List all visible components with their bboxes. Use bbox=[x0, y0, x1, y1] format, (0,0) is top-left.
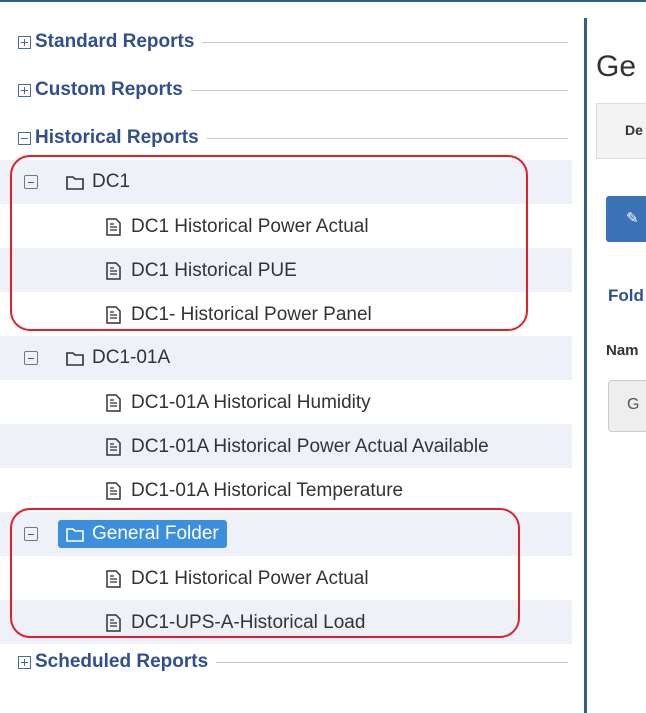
section-divider bbox=[190, 89, 568, 91]
highlight-outline-dc1 bbox=[10, 155, 528, 331]
document-icon bbox=[106, 482, 121, 500]
section-scheduled-reports[interactable]: Scheduled Reports bbox=[18, 646, 572, 678]
name-label: Nam bbox=[606, 342, 639, 359]
section-label[interactable]: Historical Reports bbox=[35, 127, 199, 149]
section-standard-reports[interactable]: Standard Reports bbox=[18, 26, 572, 58]
section-divider bbox=[216, 661, 568, 663]
panel-divider bbox=[584, 18, 587, 713]
edit-button[interactable]: ✎ bbox=[606, 196, 646, 242]
report-row[interactable]: DC1-01A Historical Humidity bbox=[0, 380, 572, 424]
report-name: DC1-01A Historical Power Actual Availabl… bbox=[131, 436, 489, 457]
expand-icon[interactable] bbox=[18, 35, 31, 49]
section-custom-reports[interactable]: Custom Reports bbox=[18, 74, 572, 106]
name-value: G bbox=[627, 396, 640, 413]
edit-icon: ✎ bbox=[626, 210, 639, 227]
top-border bbox=[0, 0, 646, 2]
folder-node[interactable]: DC1-01A bbox=[58, 344, 178, 372]
expand-icon[interactable] bbox=[18, 83, 31, 97]
tab-details[interactable]: De bbox=[596, 103, 646, 159]
highlight-outline-general-folder bbox=[10, 508, 520, 638]
collapse-icon[interactable] bbox=[24, 351, 38, 365]
section-label[interactable]: Standard Reports bbox=[35, 31, 194, 53]
section-divider bbox=[206, 137, 568, 139]
name-field[interactable]: G bbox=[608, 380, 646, 432]
document-icon bbox=[106, 394, 121, 412]
folder-name: DC1-01A bbox=[92, 347, 171, 368]
report-name: DC1-01A Historical Temperature bbox=[131, 480, 404, 501]
expand-icon[interactable] bbox=[18, 655, 31, 669]
details-title: Ge bbox=[596, 50, 637, 83]
section-divider bbox=[202, 41, 568, 43]
section-label[interactable]: Scheduled Reports bbox=[35, 651, 208, 673]
report-row[interactable]: DC1-01A Historical Power Actual Availabl… bbox=[0, 424, 572, 468]
document-icon bbox=[106, 438, 121, 456]
collapse-icon[interactable] bbox=[18, 131, 31, 145]
folder-icon bbox=[66, 351, 84, 366]
section-label[interactable]: Custom Reports bbox=[35, 79, 183, 101]
details-panel: Ge De ✎ Fold Nam G bbox=[596, 0, 646, 713]
report-row[interactable]: DC1-01A Historical Temperature bbox=[0, 468, 572, 512]
section-historical-reports[interactable]: Historical Reports bbox=[18, 122, 572, 154]
tab-label: De bbox=[625, 122, 643, 138]
report-name: DC1-01A Historical Humidity bbox=[131, 392, 371, 413]
folder-row-dc1-01a[interactable]: DC1-01A bbox=[0, 336, 572, 380]
folder-heading: Fold bbox=[608, 286, 644, 305]
